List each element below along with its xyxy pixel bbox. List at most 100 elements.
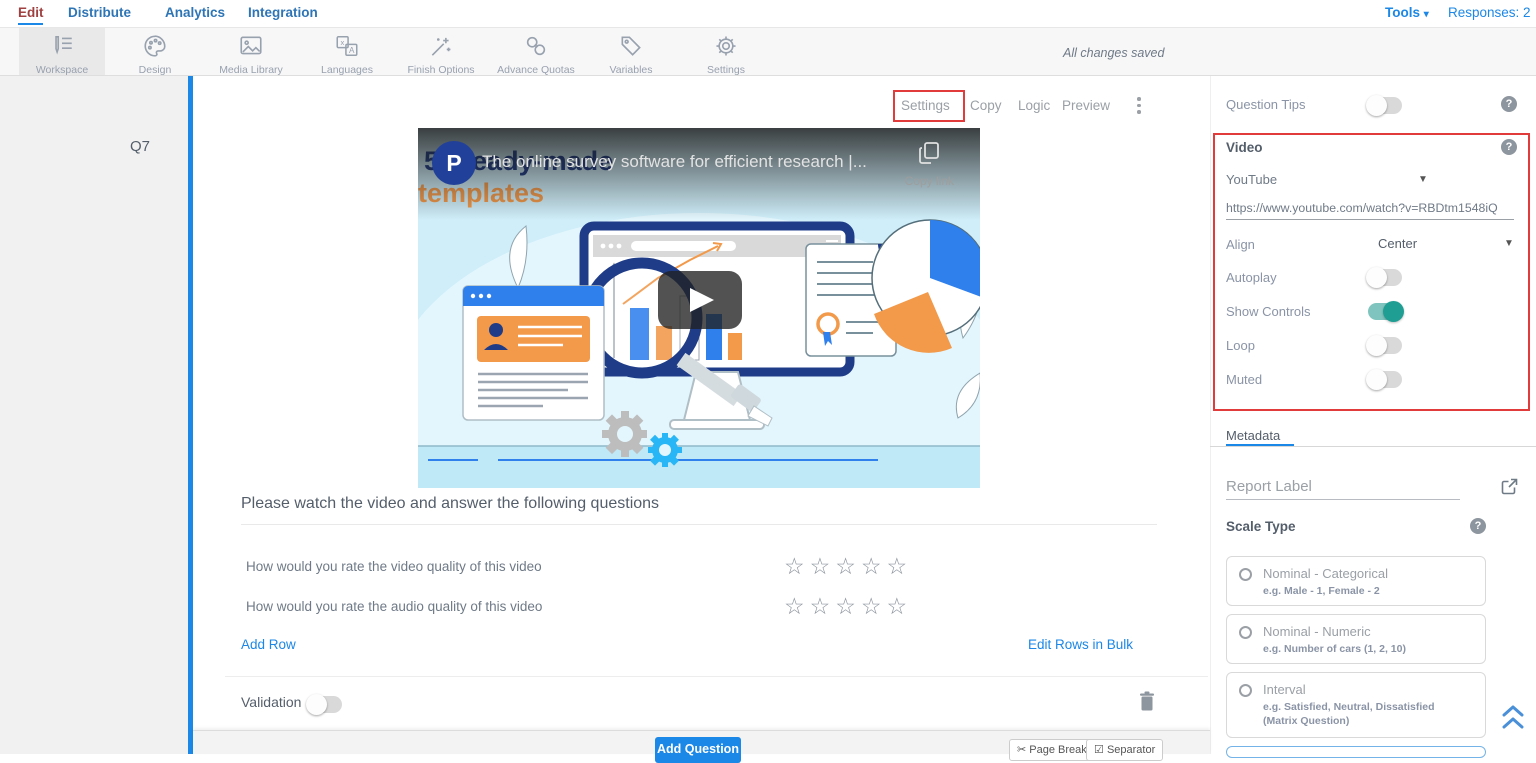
tab-settings[interactable]: Settings [901, 98, 950, 113]
video-url-input[interactable]: https://www.youtube.com/watch?v=RBDtm154… [1226, 201, 1498, 215]
add-row-link[interactable]: Add Row [241, 637, 296, 652]
toolbar-workspace[interactable]: Workspace [19, 28, 105, 75]
scale-option-nominal-categorical[interactable]: Nominal - Categorical e.g. Male - 1, Fem… [1226, 556, 1486, 606]
help-icon[interactable]: ? [1501, 139, 1517, 155]
video-provider-select[interactable]: YouTube [1226, 172, 1277, 187]
report-label-input[interactable]: Report Label [1226, 478, 1312, 495]
question-text[interactable]: Please watch the video and answer the fo… [241, 495, 659, 513]
nav-edit[interactable]: Edit [18, 5, 44, 20]
matrix-row-label[interactable]: How would you rate the audio quality of … [246, 599, 542, 614]
star-icon[interactable]: ☆ [835, 593, 861, 619]
radio-icon[interactable] [1239, 684, 1252, 697]
scale-option-nominal-numeric[interactable]: Nominal - Numeric e.g. Number of cars (1… [1226, 614, 1486, 664]
divider [241, 524, 1157, 525]
show-controls-label: Show Controls [1226, 304, 1311, 319]
question-tips-toggle[interactable] [1368, 97, 1402, 114]
input-underline [1226, 219, 1514, 220]
star-icon[interactable]: ☆ [810, 553, 836, 579]
muted-toggle[interactable] [1368, 371, 1402, 388]
copy-link-button[interactable]: Copy link [905, 141, 954, 188]
design-icon [142, 34, 168, 58]
validation-label: Validation [241, 694, 301, 710]
video-section-title: Video [1226, 140, 1263, 155]
external-link-icon[interactable] [1501, 478, 1518, 495]
matrix-row-label[interactable]: How would you rate the video quality of … [246, 559, 542, 574]
tab-logic[interactable]: Logic [1018, 98, 1050, 113]
align-label: Align [1226, 237, 1255, 252]
scale-type-title: Scale Type [1226, 519, 1296, 534]
add-question-button[interactable]: Add Question [655, 737, 741, 763]
autoplay-label: Autoplay [1226, 270, 1277, 285]
settings-icon [713, 34, 739, 58]
autoplay-toggle[interactable] [1368, 269, 1402, 286]
star-icon[interactable]: ☆ [784, 593, 810, 619]
advance-quotas-icon [523, 34, 549, 58]
question-list-sidebar [0, 76, 188, 754]
nav-analytics[interactable]: Analytics [165, 5, 225, 20]
muted-label: Muted [1226, 372, 1262, 387]
toolbar-media-library[interactable]: Media Library [203, 28, 299, 75]
radio-icon[interactable] [1239, 568, 1252, 581]
finish-options-icon [428, 34, 454, 58]
toolbar-settings[interactable]: Settings [678, 28, 774, 75]
main-toolbar: Workspace Design Media Library xA Langua… [0, 28, 1536, 76]
more-options-icon[interactable] [1133, 97, 1145, 117]
checkbox-icon: ☑ [1094, 744, 1104, 756]
copy-icon [918, 141, 940, 165]
help-icon[interactable]: ? [1501, 96, 1517, 112]
responses-link[interactable]: Responses: 2 [1448, 5, 1531, 20]
tab-copy[interactable]: Copy [970, 98, 1002, 113]
caret-down-icon[interactable]: ▼ [1418, 174, 1428, 185]
align-select[interactable]: Center [1378, 236, 1417, 251]
star-icon[interactable]: ☆ [835, 553, 861, 579]
star-icon[interactable]: ☆ [861, 553, 887, 579]
help-icon[interactable]: ? [1470, 518, 1486, 534]
caret-down-icon[interactable]: ▼ [1504, 238, 1514, 249]
validation-toggle[interactable] [308, 696, 342, 713]
panel-divider [1210, 76, 1211, 754]
edit-rows-in-bulk-link[interactable]: Edit Rows in Bulk [1028, 637, 1133, 652]
tab-bar-line [1210, 446, 1536, 447]
star-icon[interactable]: ☆ [887, 553, 913, 579]
video-player[interactable]: 50 ready-made templates [418, 128, 980, 488]
top-nav: Edit Distribute Analytics Integration To… [0, 0, 1536, 28]
svg-text:x: x [341, 38, 345, 47]
media-library-icon [238, 34, 264, 58]
star-rating-row-2[interactable]: ☆☆☆☆☆ [784, 593, 912, 620]
toolbar-finish-options[interactable]: Finish Options [393, 28, 489, 75]
page-break-button[interactable]: ✂ Page Break [1009, 739, 1095, 761]
input-underline [1226, 499, 1460, 500]
collapse-panel-icon[interactable] [1500, 702, 1526, 732]
question-tips-label: Question Tips [1226, 97, 1306, 112]
nav-integration[interactable]: Integration [248, 5, 318, 20]
scissors-icon: ✂ [1017, 744, 1026, 756]
workspace-icon [49, 34, 75, 58]
star-icon[interactable]: ☆ [861, 593, 887, 619]
delete-question-icon[interactable] [1137, 690, 1157, 712]
toolbar-variables[interactable]: Variables [583, 28, 679, 75]
divider [225, 676, 1208, 677]
nav-edit-underline [18, 23, 43, 25]
loop-toggle[interactable] [1368, 337, 1402, 354]
toolbar-languages[interactable]: xA Languages [299, 28, 395, 75]
toolbar-advance-quotas[interactable]: Advance Quotas [488, 28, 584, 75]
star-icon[interactable]: ☆ [810, 593, 836, 619]
show-controls-toggle[interactable] [1368, 303, 1402, 320]
scale-option-partial[interactable] [1226, 746, 1486, 758]
tab-metadata[interactable]: Metadata [1226, 428, 1280, 443]
video-title[interactable]: The online survey software for efficient… [482, 152, 867, 172]
separator-button[interactable]: ☑ Separator [1086, 739, 1163, 761]
star-icon[interactable]: ☆ [887, 593, 913, 619]
tab-preview[interactable]: Preview [1062, 98, 1110, 113]
tools-menu[interactable]: Tools ▾ [1385, 5, 1429, 20]
star-icon[interactable]: ☆ [784, 553, 810, 579]
svg-text:A: A [349, 46, 355, 55]
scale-option-interval[interactable]: Interval e.g. Satisfied, Neutral, Dissat… [1226, 672, 1486, 738]
toolbar-design[interactable]: Design [107, 28, 203, 75]
nav-distribute[interactable]: Distribute [68, 5, 131, 20]
variables-icon [618, 34, 644, 58]
questionpro-logo: P [432, 141, 476, 185]
question-number[interactable]: Q7 [130, 138, 150, 155]
star-rating-row-1[interactable]: ☆☆☆☆☆ [784, 553, 912, 580]
radio-icon[interactable] [1239, 626, 1252, 639]
